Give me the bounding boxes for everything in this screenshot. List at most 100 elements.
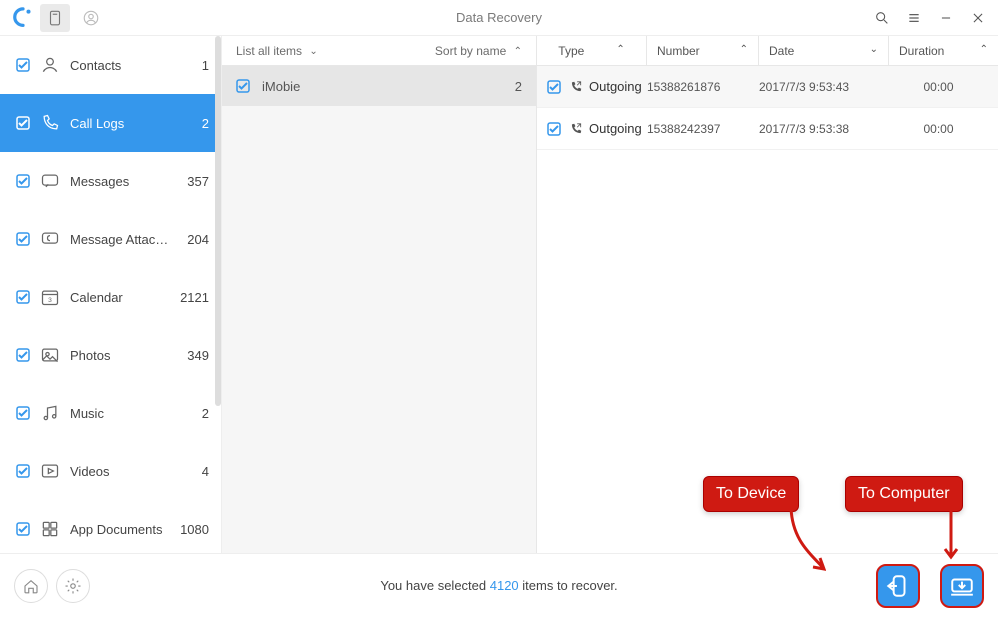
sidebar-item-label: Music: [70, 406, 169, 421]
sidebar-item-app-documents[interactable]: App Documents 1080: [0, 500, 221, 553]
sidebar-item-label: App Documents: [70, 522, 169, 537]
sidebar-item-label: Messages: [70, 174, 169, 189]
column-label: Type: [558, 44, 584, 58]
sidebar-item-label: Contacts: [70, 58, 169, 73]
checkbox-icon[interactable]: [16, 348, 30, 362]
chevron-up-icon: ⌃: [616, 44, 624, 55]
music-icon: [40, 403, 60, 423]
cell-date: 2017/7/3 9:53:43: [759, 80, 889, 94]
sidebar-item-messages[interactable]: Messages 357: [0, 152, 221, 210]
column-label: Duration: [899, 44, 944, 58]
sidebar-item-label: Message Attach...: [70, 232, 169, 247]
export-to-device-button[interactable]: [876, 564, 920, 608]
search-button[interactable]: [870, 6, 894, 30]
column-header-type[interactable]: Type ⌃: [537, 36, 647, 65]
contacts-icon: [40, 55, 60, 75]
sidebar-item-label: Videos: [70, 464, 169, 479]
list-all-label: List all items: [236, 44, 302, 58]
checkbox-icon[interactable]: [236, 79, 250, 93]
settings-button[interactable]: [56, 569, 90, 603]
messages-icon: [40, 171, 60, 191]
outgoing-call-icon: [569, 80, 583, 94]
checkbox-icon[interactable]: [16, 522, 30, 536]
cell-date: 2017/7/3 9:53:38: [759, 122, 889, 136]
group-label: iMobie: [262, 79, 300, 94]
minimize-button[interactable]: [934, 6, 958, 30]
column-label: Number: [657, 44, 700, 58]
cell-number: 15388261876: [647, 80, 759, 94]
footer-text: items to recover.: [519, 578, 618, 593]
sidebar-item-count: 4: [169, 464, 209, 479]
window-title: Data Recovery: [456, 10, 542, 25]
mode-file-button[interactable]: [40, 4, 70, 32]
cell-duration: 00:00: [889, 122, 988, 136]
chevron-up-icon: ⌃: [514, 46, 522, 57]
export-to-computer-button[interactable]: [940, 564, 984, 608]
callout-tail-icon: [786, 503, 826, 573]
sidebar-item-count: 204: [169, 232, 209, 247]
group-item[interactable]: iMobie 2: [222, 66, 536, 106]
callout-tail-icon: [941, 507, 961, 567]
sidebar-item-count: 349: [169, 348, 209, 363]
sidebar-item-call-logs[interactable]: Call Logs 2: [0, 94, 221, 152]
sidebar-item-count: 357: [169, 174, 209, 189]
mode-user-button[interactable]: [76, 4, 106, 32]
column-header-duration[interactable]: Duration ⌃: [889, 36, 998, 65]
callout-label: To Computer: [858, 485, 950, 502]
table-row[interactable]: Outgoing 15388242397 2017/7/3 9:53:38 00…: [537, 108, 998, 150]
sidebar-item-photos[interactable]: Photos 349: [0, 326, 221, 384]
cell-duration: 00:00: [889, 80, 988, 94]
home-button[interactable]: [14, 569, 48, 603]
documents-icon: [40, 519, 60, 539]
sidebar-item-videos[interactable]: Videos 4: [0, 442, 221, 500]
chevron-up-icon: ⌃: [980, 44, 988, 55]
footer: You have selected 4120 items to recover.: [0, 553, 998, 617]
checkbox-icon[interactable]: [547, 80, 561, 94]
sidebar-scrollbar[interactable]: [215, 36, 221, 406]
outgoing-call-icon: [569, 122, 583, 136]
sidebar-item-count: 2: [169, 116, 209, 131]
checkbox-icon[interactable]: [16, 464, 30, 478]
table-row[interactable]: Outgoing 15388261876 2017/7/3 9:53:43 00…: [537, 66, 998, 108]
phone-icon: [40, 113, 60, 133]
list-all-dropdown[interactable]: List all items ⌄: [236, 44, 318, 58]
group-count: 2: [515, 79, 522, 94]
photos-icon: [40, 345, 60, 365]
checkbox-icon[interactable]: [16, 174, 30, 188]
sidebar-item-calendar[interactable]: 3 Calendar 2121: [0, 268, 221, 326]
sidebar: Contacts 1 Call Logs 2 Messages 357: [0, 36, 222, 553]
calendar-icon: 3: [40, 287, 60, 307]
sidebar-item-count: 1080: [169, 522, 209, 537]
chevron-down-icon: ⌄: [309, 46, 317, 57]
sidebar-item-music[interactable]: Music 2: [0, 384, 221, 442]
checkbox-icon[interactable]: [16, 406, 30, 420]
callout-to-computer: To Computer: [845, 476, 963, 512]
sidebar-item-contacts[interactable]: Contacts 1: [0, 36, 221, 94]
group-list: iMobie 2: [222, 66, 536, 553]
sidebar-item-label: Calendar: [70, 290, 169, 305]
column-header-number[interactable]: Number ⌃: [647, 36, 759, 65]
column-label: Date: [769, 44, 794, 58]
sort-by-dropdown[interactable]: Sort by name ⌃: [435, 44, 522, 58]
column-header-date[interactable]: Date ⌄: [759, 36, 889, 65]
titlebar: Data Recovery: [0, 0, 998, 36]
checkbox-icon[interactable]: [16, 290, 30, 304]
sidebar-item-count: 2: [169, 406, 209, 421]
footer-count: 4120: [490, 578, 519, 593]
chevron-up-icon: ⌃: [740, 44, 748, 55]
sidebar-item-message-attachments[interactable]: Message Attach... 204: [0, 210, 221, 268]
callout-to-device: To Device: [703, 476, 799, 512]
checkbox-icon[interactable]: [547, 122, 561, 136]
close-button[interactable]: [966, 6, 990, 30]
checkbox-icon[interactable]: [16, 58, 30, 72]
attachment-icon: [40, 229, 60, 249]
callout-label: To Device: [716, 485, 786, 502]
footer-text: You have selected: [380, 578, 489, 593]
cell-type: Outgoing: [589, 121, 642, 136]
sidebar-item-count: 2121: [169, 290, 209, 305]
cell-type: Outgoing: [589, 79, 642, 94]
checkbox-icon[interactable]: [16, 116, 30, 130]
sidebar-item-label: Call Logs: [70, 116, 169, 131]
checkbox-icon[interactable]: [16, 232, 30, 246]
menu-button[interactable]: [902, 6, 926, 30]
